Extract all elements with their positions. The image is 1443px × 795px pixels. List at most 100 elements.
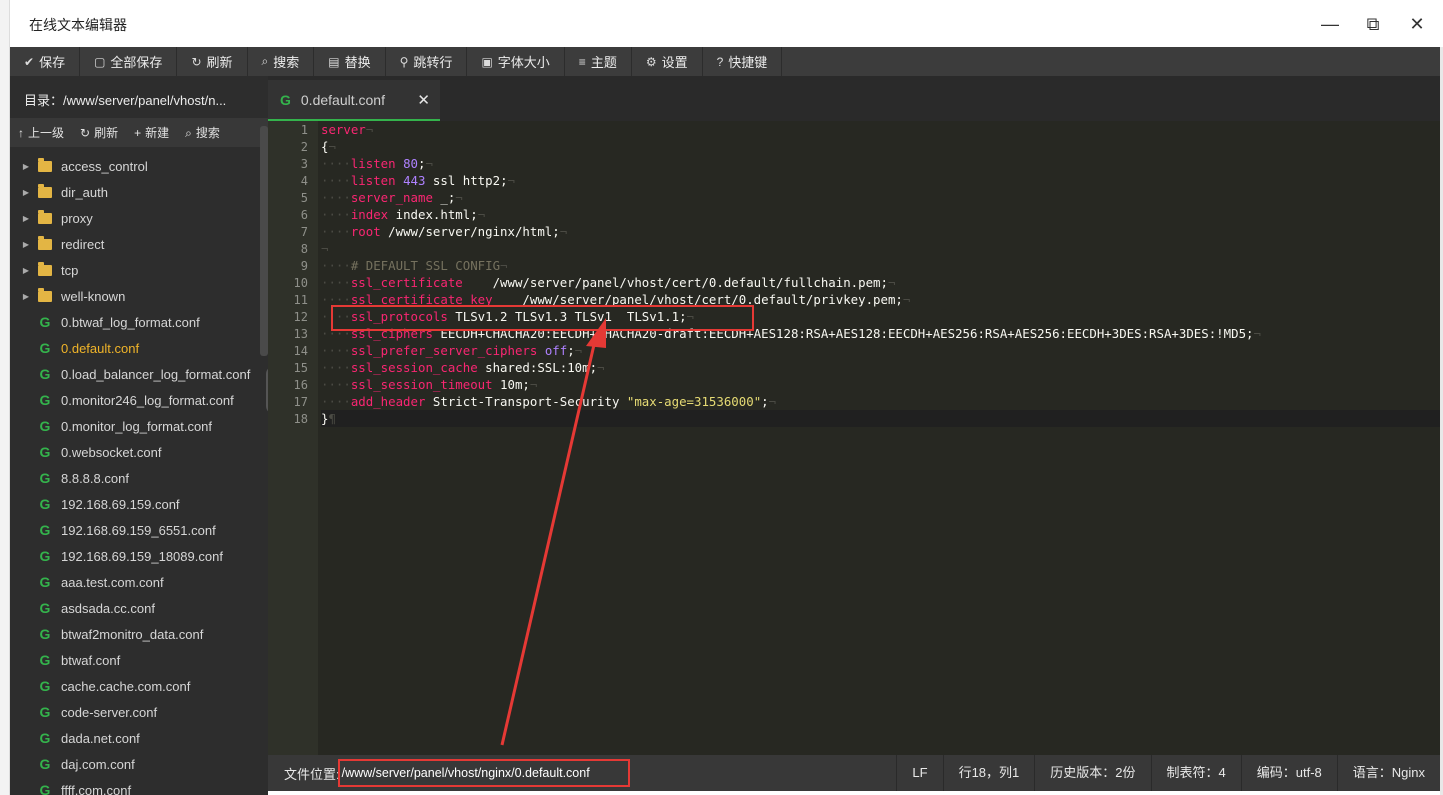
code-line: {¬ — [321, 139, 336, 154]
nginx-file-icon: G — [39, 470, 51, 486]
font-size-button[interactable]: ▣ 字体大小 — [467, 47, 565, 76]
tree-item-label: tcp — [61, 262, 79, 278]
tree-file[interactable]: Gaaa.test.com.conf — [10, 569, 268, 595]
folder-icon — [38, 183, 52, 198]
settings-button[interactable]: ⚙ 设置 — [632, 47, 703, 76]
code-line: ····ssl_session_timeout 10m;¬ — [321, 377, 538, 392]
tree-item-label: 0.btwaf_log_format.conf — [61, 314, 200, 330]
tree-file[interactable]: G 192.168.69.159_18089.conf — [10, 543, 268, 569]
font-size-icon: ▣ — [481, 54, 493, 69]
expand-arrow-icon[interactable]: ▶ — [14, 266, 38, 275]
tree-folder[interactable]: ▶ tcp — [10, 257, 268, 283]
tree-folder[interactable]: ▶ access_control — [10, 153, 268, 179]
search-button[interactable]: ⌕ 搜索 — [248, 47, 315, 76]
nginx-file-icon: G — [39, 756, 51, 772]
tree-file[interactable]: G 0.default.conf — [10, 335, 268, 361]
expand-arrow-icon[interactable]: ▶ — [14, 162, 38, 171]
expand-arrow-icon[interactable]: ▶ — [14, 188, 38, 197]
theme-label: 主题 — [590, 55, 617, 70]
tree-folder[interactable]: ▶ proxy — [10, 205, 268, 231]
sidebar-new-button[interactable]: + 新建 — [126, 124, 177, 141]
folder-icon — [38, 209, 52, 224]
save-label: 保存 — [39, 55, 66, 70]
new-icon: + — [134, 126, 142, 140]
tree-folder[interactable]: ▶ redirect — [10, 231, 268, 257]
tab-size[interactable]: 制表符：4 — [1150, 755, 1241, 791]
expand-arrow-icon[interactable]: ▶ — [14, 214, 38, 223]
tree-item-label: btwaf.conf — [61, 652, 121, 668]
tree-file[interactable]: G 8.8.8.8.conf — [10, 465, 268, 491]
code-line: ····ssl_certificate_key /www/server/pane… — [321, 292, 911, 307]
line-number: 17 — [293, 395, 308, 409]
save-button[interactable]: ✔ 保存 — [10, 47, 81, 76]
save-all-button[interactable]: ▢ 全部保存 — [80, 47, 178, 76]
sidebar-refresh-button[interactable]: ↻ 刷新 — [72, 124, 126, 141]
history-versions[interactable]: 历史版本：2份 — [1034, 755, 1150, 791]
line-number: 15 — [293, 361, 308, 375]
tree-item-label: btwaf2monitro_data.conf — [61, 626, 204, 642]
encoding[interactable]: 编码：utf-8 — [1240, 755, 1337, 791]
save-all-icon: ▢ — [94, 54, 106, 69]
file-sidebar: 目录：/www/server/panel/vhost/n... ↑ 上一级 ↻ 刷新 +… — [10, 76, 268, 795]
tree-file[interactable]: Gcache.cache.com.conf — [10, 673, 268, 699]
goto-line-button[interactable]: ⚲ 跳转行 — [386, 47, 468, 76]
tree-item-label: 192.168.69.159_18089.conf — [61, 548, 223, 564]
refresh-button[interactable]: ↻ 刷新 — [177, 47, 248, 76]
tree-file[interactable]: G 0.btwaf_log_format.conf — [10, 309, 268, 335]
tree-file[interactable]: Gdaj.com.conf — [10, 751, 268, 777]
code-line: ····ssl_session_cache shared:SSL:10m;¬ — [321, 360, 605, 375]
tree-item-label: 0.websocket.conf — [61, 444, 162, 460]
code-line: ····ssl_certificate /www/server/panel/vh… — [321, 275, 896, 290]
nginx-file-icon: G — [39, 730, 51, 746]
line-number: 12 — [293, 310, 308, 324]
sidebar-action-label: 刷新 — [94, 126, 119, 140]
tree-folder[interactable]: ▶ well-known — [10, 283, 268, 309]
shortcuts-icon: ? — [716, 54, 724, 69]
maximize-button[interactable]: ⧉ — [1358, 10, 1388, 38]
sidebar-up-level-button[interactable]: ↑ 上一级 — [10, 124, 72, 141]
tree-file[interactable]: G 0.monitor_log_format.conf — [10, 413, 268, 439]
code-editor[interactable]: server¬ {¬ ····listen 80;¬ ····listen 44… — [318, 121, 1440, 755]
expand-arrow-icon[interactable]: ▶ — [14, 292, 38, 301]
line-ending[interactable]: LF — [896, 755, 942, 791]
minimize-button[interactable]: — — [1315, 10, 1345, 38]
nginx-file-icon: G — [39, 340, 51, 356]
nginx-file-icon: G — [39, 782, 51, 795]
tree-file[interactable]: G 0.websocket.conf — [10, 439, 268, 465]
tree-file[interactable]: G 192.168.69.159_6551.conf — [10, 517, 268, 543]
font-size-label: 字体大小 — [497, 55, 550, 70]
code-line-current: }¶ — [321, 410, 1440, 427]
shortcuts-button[interactable]: ? 快捷键 — [703, 47, 783, 76]
nginx-file-icon: G — [39, 444, 51, 460]
tree-file[interactable]: G 0.monitor246_log_format.conf — [10, 387, 268, 413]
tree-file[interactable]: Gbtwaf.conf — [10, 647, 268, 673]
theme-button[interactable]: ≡ 主题 — [565, 47, 632, 76]
expand-arrow-icon[interactable]: ▶ — [14, 240, 38, 249]
tab-0-default-conf[interactable]: G 0.default.conf ✕ — [268, 80, 440, 121]
line-number: 4 — [300, 174, 308, 188]
tree-file[interactable]: G 0.load_balancer_log_format.conf — [10, 361, 268, 387]
settings-icon: ⚙ — [645, 54, 657, 69]
nginx-file-icon: G — [39, 522, 51, 538]
tree-file[interactable]: Gdada.net.conf — [10, 725, 268, 751]
replace-button[interactable]: ▤ 替换 — [314, 47, 386, 76]
tree-file[interactable]: Gbtwaf2monitro_data.conf — [10, 621, 268, 647]
tree-file[interactable]: Gcode-server.conf — [10, 699, 268, 725]
tree-item-label: 0.default.conf — [61, 340, 140, 356]
close-tab-icon[interactable]: ✕ — [417, 91, 430, 109]
close-window-button[interactable]: ✕ — [1402, 10, 1432, 38]
tree-file[interactable]: Gffff.com.conf — [10, 777, 268, 795]
save-icon: ✔ — [24, 54, 35, 69]
tree-file[interactable]: Gasdsada.cc.conf — [10, 595, 268, 621]
tree-item-label: 192.168.69.159_6551.conf — [61, 522, 216, 538]
directory-path: 目录：/www/server/panel/vhost/n... — [24, 93, 227, 108]
tree-folder[interactable]: ▶ dir_auth — [10, 179, 268, 205]
code-line: ····add_header Strict-Transport-Security… — [321, 394, 777, 409]
cursor-position[interactable]: 行18，列1 — [942, 755, 1035, 791]
sidebar-scrollbar[interactable] — [260, 126, 268, 356]
tree-file[interactable]: G 192.168.69.159.conf — [10, 491, 268, 517]
tree-item-label: well-known — [61, 288, 126, 304]
sidebar-search-button[interactable]: ⌕ 搜索 — [177, 124, 228, 141]
nginx-file-icon: G — [39, 314, 51, 330]
language-mode[interactable]: 语言：Nginx — [1336, 755, 1440, 791]
